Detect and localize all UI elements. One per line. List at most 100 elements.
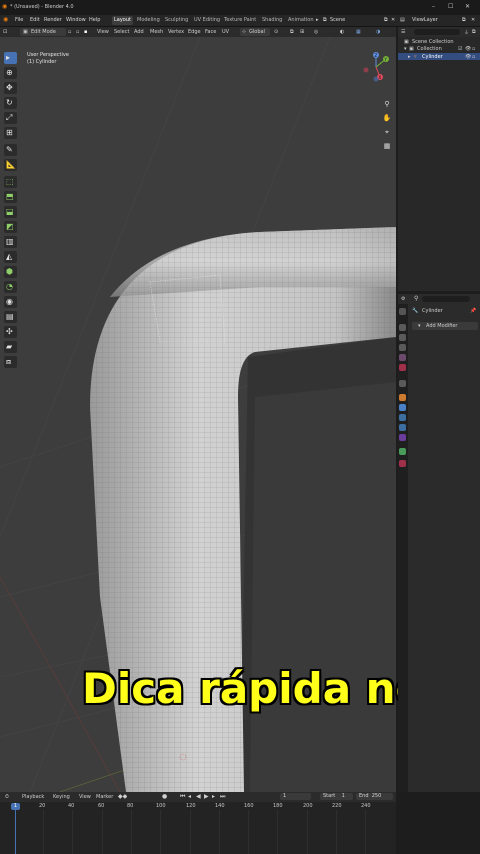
- outliner-row-scene-collection[interactable]: ▣ Scene Collection: [398, 38, 480, 45]
- menu-edge[interactable]: Edge: [188, 29, 201, 35]
- outliner-editor-icon[interactable]: ☰: [401, 29, 405, 35]
- cursor-tool[interactable]: ⊕: [4, 67, 17, 79]
- orientation-dropdown[interactable]: ⊹ Global: [240, 28, 270, 36]
- close-icon[interactable]: ✕: [465, 3, 470, 10]
- menu-add[interactable]: Add: [134, 29, 144, 35]
- timeline-editor-icon[interactable]: ⏱: [5, 794, 9, 800]
- start-frame-field[interactable]: Start 1: [320, 793, 353, 800]
- tab-texture-paint[interactable]: Texture Paint: [222, 16, 258, 25]
- menu-keying[interactable]: Keying: [53, 794, 70, 800]
- extrude-tool[interactable]: ⬒: [4, 191, 17, 203]
- physics-tab-icon[interactable]: [399, 424, 406, 431]
- vertex-select-icon[interactable]: ▫: [68, 29, 71, 35]
- new-scene-icon[interactable]: ⧉: [384, 17, 388, 23]
- particles-tab-icon[interactable]: [399, 414, 406, 421]
- pan-hand-icon[interactable]: ✋: [382, 113, 392, 123]
- expand-icon[interactable]: ▾: [404, 46, 407, 52]
- collection-tab-icon[interactable]: [399, 380, 406, 387]
- navigation-gizmo[interactable]: Z Y X: [358, 47, 396, 87]
- zoom-icon[interactable]: ⚲: [382, 99, 392, 109]
- knife-tool[interactable]: ◭: [4, 251, 17, 263]
- proportional-edit-icon[interactable]: ◎: [314, 29, 318, 35]
- filter-icon[interactable]: ⏚: [464, 29, 469, 36]
- record-icon[interactable]: ●: [162, 793, 167, 800]
- tab-animation[interactable]: Animation: [286, 16, 316, 25]
- snap-icon[interactable]: ⧉: [290, 29, 294, 35]
- add-modifier-button[interactable]: ▾ Add Modifier: [412, 322, 478, 330]
- add-cube-tool[interactable]: ⬚: [4, 176, 17, 188]
- transform-tool[interactable]: ⊞: [4, 127, 17, 139]
- next-key-icon[interactable]: ▸: [212, 793, 215, 800]
- view-layer-tab-icon[interactable]: [399, 344, 406, 351]
- outliner-row-cylinder[interactable]: ▸ ▿ Cylinder 👁 ▫: [398, 53, 480, 60]
- jump-end-icon[interactable]: ⏭: [220, 793, 225, 801]
- render-tab-icon[interactable]: [399, 324, 406, 331]
- view-layer-name[interactable]: ViewLayer: [412, 17, 438, 23]
- snap-target-icon[interactable]: ⊞: [300, 29, 304, 35]
- menu-mesh[interactable]: Mesh: [150, 29, 163, 35]
- menu-select[interactable]: Select: [114, 29, 129, 35]
- scene-name[interactable]: Scene: [330, 17, 345, 23]
- menu-view[interactable]: View: [97, 29, 109, 35]
- new-view-layer-icon[interactable]: ⧉: [462, 17, 466, 23]
- overlay-icon[interactable]: ◑: [376, 29, 380, 35]
- search-icon[interactable]: ⚲: [414, 295, 418, 302]
- remove-view-layer-icon[interactable]: ✕: [471, 17, 475, 23]
- eye-icon[interactable]: 👁: [465, 54, 471, 60]
- new-collection-icon[interactable]: ⧉: [472, 29, 476, 35]
- menu-vertex[interactable]: Vertex: [168, 29, 184, 35]
- mode-dropdown[interactable]: ▣ Edit Mode: [20, 28, 66, 36]
- remove-scene-icon[interactable]: ✕: [391, 17, 395, 23]
- viewport-shading-icon[interactable]: ◐: [340, 29, 344, 35]
- properties-search-input[interactable]: [422, 296, 470, 302]
- camera-icon[interactable]: ▫: [472, 54, 475, 60]
- menu-uv[interactable]: UV: [222, 29, 229, 35]
- eye-icon[interactable]: 👁: [465, 46, 471, 52]
- data-tab-icon[interactable]: [399, 448, 406, 455]
- expand-icon[interactable]: ▸: [408, 54, 411, 60]
- menu-face[interactable]: Face: [205, 29, 216, 35]
- minimize-icon[interactable]: –: [432, 3, 435, 10]
- annotate-tool[interactable]: ✎: [4, 144, 17, 156]
- tab-uv-editing[interactable]: UV Editing: [192, 16, 222, 25]
- modifier-tab-icon[interactable]: [399, 404, 406, 411]
- checkbox-icon[interactable]: ☑: [458, 46, 462, 52]
- menu-marker[interactable]: Marker: [96, 794, 113, 800]
- menu-render[interactable]: Render: [44, 17, 62, 23]
- select-box-tool[interactable]: ▸: [4, 52, 17, 64]
- play-reverse-icon[interactable]: ◀: [196, 793, 201, 800]
- editor-type-icon[interactable]: ⊡: [3, 29, 7, 35]
- tab-modeling[interactable]: Modeling: [135, 16, 162, 25]
- grid-view-icon[interactable]: ▦: [382, 141, 392, 151]
- rotate-tool[interactable]: ↻: [4, 97, 17, 109]
- keyframe-icon[interactable]: ◆◆: [118, 793, 127, 800]
- outliner-row-collection[interactable]: ▾ ▣ Collection ☑ 👁 ▫: [398, 45, 480, 52]
- maximize-icon[interactable]: ☐: [448, 3, 453, 10]
- menu-view-timeline[interactable]: View: [79, 794, 91, 800]
- menu-help[interactable]: Help: [89, 17, 100, 23]
- constraints-tab-icon[interactable]: [399, 434, 406, 441]
- end-frame-field[interactable]: End 250: [356, 793, 393, 800]
- scene-tab-icon[interactable]: [399, 354, 406, 361]
- move-tool[interactable]: ✥: [4, 82, 17, 94]
- poly-build-tool[interactable]: ⬢: [4, 266, 17, 278]
- rip-region-tool[interactable]: ⧈: [4, 356, 17, 368]
- inset-tool[interactable]: ⬓: [4, 206, 17, 218]
- blender-menu-icon[interactable]: ◉: [3, 16, 8, 23]
- playhead[interactable]: 1: [11, 803, 20, 810]
- pin-icon[interactable]: 📌: [470, 308, 476, 314]
- chevron-right-icon[interactable]: ▸: [316, 17, 319, 23]
- camera-icon[interactable]: ▫: [472, 46, 475, 52]
- pivot-icon[interactable]: ⊙: [274, 29, 278, 35]
- menu-window[interactable]: Window: [66, 17, 86, 23]
- menu-playback[interactable]: Playback: [22, 794, 44, 800]
- jump-start-icon[interactable]: ⏮: [180, 793, 185, 801]
- xray-icon[interactable]: ▦: [356, 29, 361, 35]
- loop-cut-tool[interactable]: ▥: [4, 236, 17, 248]
- prev-key-icon[interactable]: ◂: [188, 793, 191, 800]
- properties-editor-icon[interactable]: ⚙: [401, 296, 405, 302]
- edge-select-icon[interactable]: ▫: [76, 29, 79, 35]
- tab-sculpting[interactable]: Sculpting: [163, 16, 190, 25]
- tool-tab-icon[interactable]: [399, 308, 406, 315]
- edge-slide-tool[interactable]: ▤: [4, 311, 17, 323]
